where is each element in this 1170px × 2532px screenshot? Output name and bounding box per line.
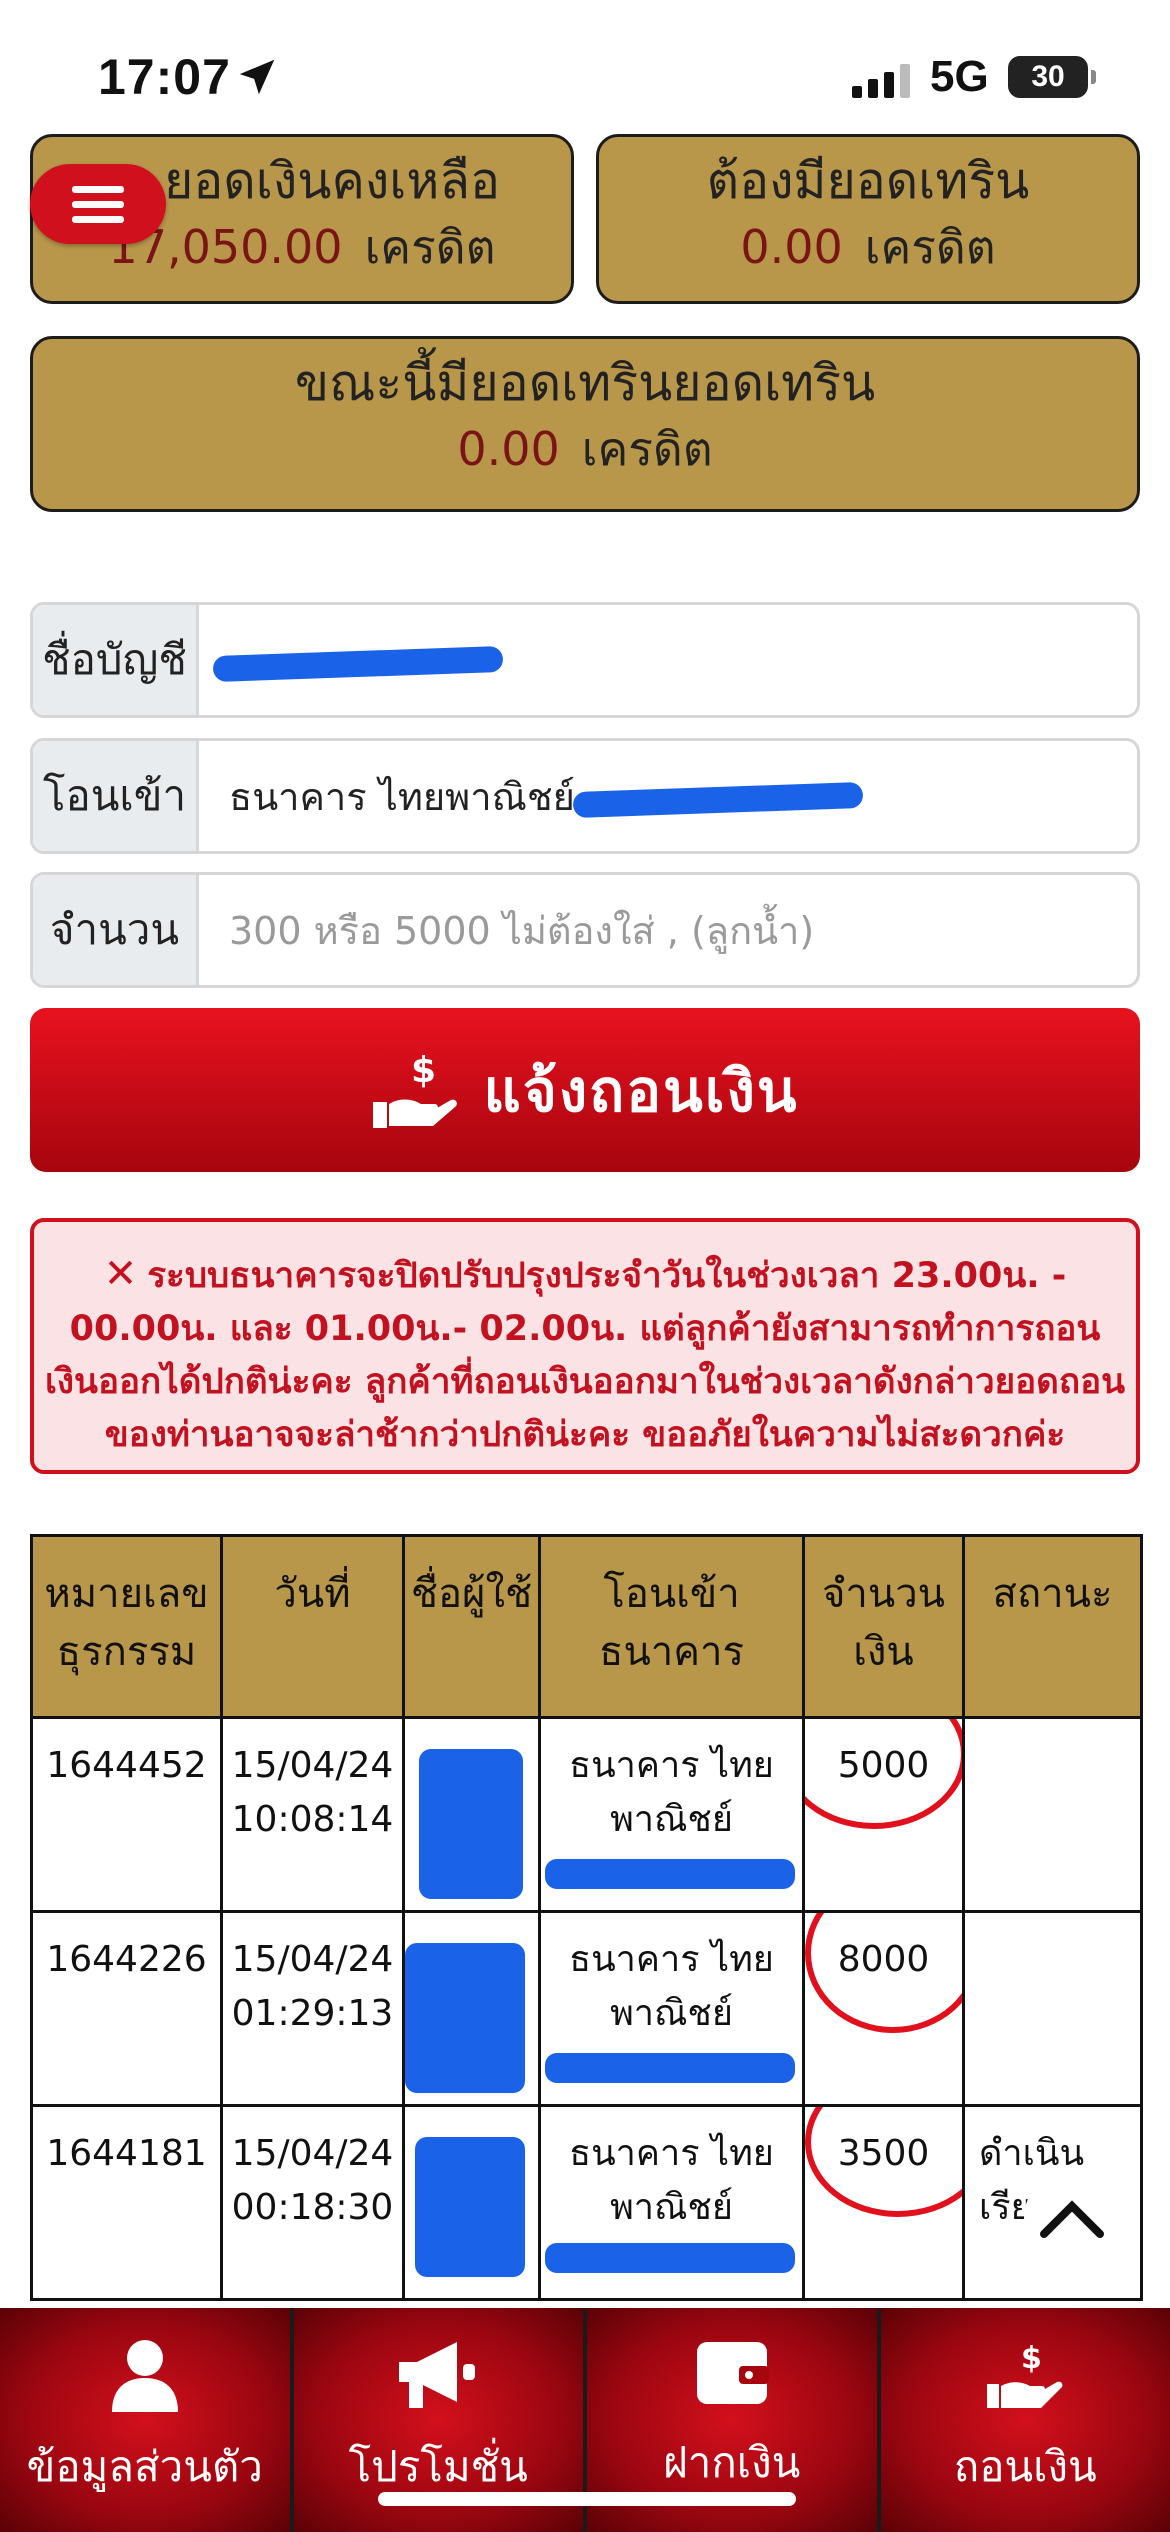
cell-amount: 8000	[802, 1910, 965, 2107]
account-name-field: ชื่อบัญชี	[30, 602, 1140, 718]
network-type: 5G	[930, 52, 989, 101]
highlight-circle	[806, 1914, 961, 2033]
highlight-circle	[806, 2108, 961, 2217]
nav-withdraw[interactable]: $ ถอนเงิน	[880, 2308, 1170, 2532]
cell-status	[962, 1910, 1143, 2107]
required-turnover-title: ต้องมียอดเทริน	[706, 152, 1030, 210]
required-turnover-value: 0.00	[740, 220, 843, 274]
redaction-mark	[406, 1943, 525, 2093]
nav-promotion-label: โปรโมชั่น	[348, 2442, 528, 2491]
cell-amount: 3500	[802, 2104, 965, 2301]
status-bar: 17:07 5G 30	[0, 0, 1170, 140]
redaction-mark	[572, 781, 864, 819]
hamburger-menu-button[interactable]	[30, 164, 166, 244]
cell-date: 15/04/24 01:29:13	[220, 1910, 405, 2107]
nav-profile-label: ข้อมูลส่วนตัว	[26, 2442, 263, 2491]
chevron-up-icon	[1040, 2200, 1104, 2238]
cell-bank: ธนาคาร ไทย พาณิชย์	[538, 2104, 805, 2301]
cell-bank: ธนาคาร ไทย พาณิชย์	[538, 1716, 805, 1913]
cell-date: 15/04/24 10:08:14	[220, 1716, 405, 1913]
header-status: สถานะ	[962, 1534, 1143, 1719]
signal-icon	[852, 64, 910, 98]
user-icon	[111, 2340, 178, 2412]
balance-unit: เครดิต	[364, 220, 496, 274]
cell-id: 1644452	[30, 1716, 223, 1913]
transfer-to-value: ธนาคาร ไทยพาณิชย์	[229, 774, 575, 819]
current-turnover-value: 0.00	[457, 422, 560, 476]
table-row: 1644452 15/04/24 10:08:14 ธนาคาร ไทย พาณิช…	[30, 1716, 1143, 1913]
cell-id: 1644181	[30, 2104, 223, 2301]
account-name-value	[199, 605, 1137, 715]
close-x-icon: ✕	[103, 1251, 138, 1297]
header-amount: จำนวน เงิน	[802, 1534, 965, 1719]
menu-bar-icon	[72, 200, 124, 208]
nav-withdraw-label: ถอนเงิน	[953, 2442, 1097, 2491]
location-arrow-icon	[239, 59, 275, 95]
required-turnover-unit: เครดิต	[864, 220, 996, 274]
home-indicator	[378, 2492, 796, 2506]
cell-id: 1644226	[30, 1910, 223, 2107]
redaction-mark	[545, 1859, 795, 1889]
transfer-to-label: โอนเข้า	[33, 741, 199, 851]
cell-username	[402, 1716, 541, 1913]
account-name-label: ชื่อบัญชี	[33, 605, 199, 715]
cell-bank: ธนาคาร ไทย พาณิชย์	[538, 1910, 805, 2107]
status-time: 17:07	[98, 49, 231, 105]
maintenance-alert: ✕ ระบบธนาคารจะปิดปรับปรุงประจำวันในช่วงเว…	[30, 1218, 1140, 1474]
svg-text:$: $	[411, 1050, 438, 1091]
current-turnover-card: ขณะนี้มียอดเทรินยอดเทริน 0.00 เครดิต	[30, 336, 1140, 512]
redaction-mark	[545, 2053, 795, 2083]
transaction-table: หมายเลข ธุรกรรม วันที่ ชื่อผู้ใช้ โอนเข้…	[30, 1534, 1143, 2301]
menu-bar-icon	[72, 185, 124, 193]
cell-date: 15/04/24 00:18:30	[220, 2104, 405, 2301]
svg-text:$: $	[1021, 2341, 1042, 2376]
amount-field[interactable]: จำนวน 300 หรือ 5000 ไม่ต้องใส่ , (ลูกน้ำ…	[30, 872, 1140, 988]
table-header-row: หมายเลข ธุรกรรม วันที่ ชื่อผู้ใช้ โอนเข้…	[30, 1534, 1143, 1719]
table-row: 1644181 15/04/24 00:18:30 ธนาคาร ไทย พาณิช…	[30, 2104, 1143, 2301]
current-turnover-unit: เครดิต	[581, 422, 713, 476]
current-turnover-title: ขณะนี้มียอดเทรินยอดเทริน	[294, 354, 876, 412]
withdraw-hand-icon: $	[373, 1050, 458, 1128]
alert-text: ระบบธนาคารจะปิดปรับปรุงประจำวันในช่วงเวล…	[44, 1256, 1126, 1455]
submit-withdraw-button[interactable]: $ แจ้งถอนเงิน	[30, 1008, 1140, 1172]
required-turnover-card: ต้องมียอดเทริน 0.00 เครดิต	[596, 134, 1140, 304]
battery-icon: 30	[1008, 56, 1096, 98]
amount-label: จำนวน	[33, 875, 199, 985]
highlight-circle	[806, 1720, 961, 1829]
header-transaction-id: หมายเลข ธุรกรรม	[30, 1534, 223, 1719]
header-username: ชื่อผู้ใช้	[402, 1534, 541, 1719]
header-bank: โอนเข้า ธนาคาร	[538, 1534, 805, 1719]
menu-bar-icon	[72, 215, 124, 223]
redaction-mark	[415, 2137, 525, 2277]
cell-username	[402, 1910, 541, 2107]
withdraw-hand-icon: $	[987, 2341, 1063, 2408]
scroll-to-top-button[interactable]	[1024, 2170, 1120, 2266]
header-date: วันที่	[220, 1534, 405, 1719]
cell-amount: 5000	[802, 1716, 965, 1913]
submit-withdraw-label: แจ้งถอนเงิน	[483, 1056, 799, 1125]
wallet-icon	[696, 2342, 769, 2404]
nav-deposit-label: ฝากเงิน	[663, 2438, 801, 2487]
redaction-mark	[545, 2243, 795, 2273]
cell-status	[962, 1716, 1143, 1913]
transfer-to-field: โอนเข้า ธนาคาร ไทยพาณิชย์	[30, 738, 1140, 854]
redaction-mark	[212, 645, 504, 683]
table-row: 1644226 15/04/24 01:29:13 ธนาคาร ไทย พาณิช…	[30, 1910, 1143, 2107]
nav-profile[interactable]: ข้อมูลส่วนตัว	[0, 2308, 294, 2532]
redaction-mark	[419, 1749, 523, 1899]
megaphone-icon	[399, 2342, 476, 2408]
amount-input[interactable]: 300 หรือ 5000 ไม่ต้องใส่ , (ลูกน้ำ)	[199, 875, 1137, 985]
cell-username	[402, 2104, 541, 2301]
